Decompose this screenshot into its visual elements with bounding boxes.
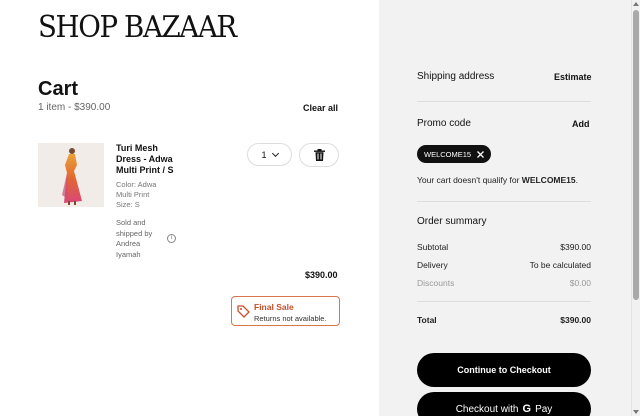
final-sale-notice: Final Sale Returns not available.	[231, 296, 340, 326]
cart-panel: SHOP BAZAAR Cart 1 item - $390.00 Clear …	[0, 0, 379, 416]
discounts-value: $0.00	[569, 278, 591, 288]
estimate-shipping-button[interactable]: Estimate	[554, 72, 592, 82]
google-pay-checkout-button[interactable]: Checkout with G Pay	[417, 392, 591, 416]
divider	[417, 101, 591, 102]
subtotal-label: Subtotal	[417, 242, 449, 252]
total-label: Total	[417, 315, 437, 325]
remove-item-button[interactable]	[299, 143, 339, 167]
promo-chip[interactable]: WELCOME15	[417, 145, 492, 163]
chevron-down-icon	[271, 149, 279, 157]
scrollbar[interactable]	[631, 0, 640, 416]
promo-code-label: Promo code	[417, 118, 471, 129]
scrollbar-thumb[interactable]	[633, 10, 639, 300]
gpay-suffix: Pay	[535, 403, 553, 415]
product-size: Size: S	[116, 200, 140, 209]
shipping-address-label: Shipping address	[417, 71, 495, 82]
delivery-value: To be calculated	[529, 260, 591, 270]
info-icon[interactable]: i	[167, 234, 176, 243]
promo-msg-suffix: .	[575, 175, 579, 185]
scroll-down-icon[interactable]	[633, 410, 639, 414]
product-image[interactable]	[38, 143, 104, 207]
product-attributes: Color: Adwa Multi Print Size: S	[116, 180, 164, 210]
subtotal-value: $390.00	[560, 242, 591, 252]
cart-item-count: 1 item - $390.00	[38, 102, 111, 113]
close-icon[interactable]	[477, 150, 485, 158]
total-value: $390.00	[560, 315, 591, 325]
page-title: Cart	[38, 78, 79, 100]
gpay-prefix: Checkout with	[455, 403, 519, 415]
seller-info: Sold and shipped by Andrea Iyamah	[116, 218, 153, 259]
divider	[417, 301, 591, 302]
final-sale-title: Final Sale	[254, 302, 294, 312]
item-price: $390.00	[305, 270, 338, 280]
brand-logo[interactable]: SHOP BAZAAR	[38, 10, 237, 45]
delivery-label: Delivery	[417, 260, 448, 270]
quantity-value: 1	[261, 149, 267, 160]
tag-icon	[237, 305, 250, 318]
product-name[interactable]: Turi Mesh Dress - Adwa Multi Print / S	[116, 143, 182, 176]
order-summary-label: Order summary	[417, 216, 487, 227]
divider	[417, 201, 591, 202]
promo-error-message: Your cart doesn't qualify for WELCOME15.	[417, 175, 578, 185]
scroll-up-icon[interactable]	[633, 2, 639, 6]
clear-all-button[interactable]: Clear all	[303, 103, 338, 113]
promo-msg-code: WELCOME15	[521, 175, 576, 185]
add-promo-button[interactable]: Add	[572, 119, 590, 129]
discounts-label: Discounts	[417, 278, 455, 288]
trash-icon	[313, 149, 325, 161]
google-g-icon: G	[522, 403, 532, 415]
product-color: Color: Adwa Multi Print	[116, 180, 157, 199]
continue-to-checkout-button[interactable]: Continue to Checkout	[417, 353, 591, 387]
quantity-select[interactable]: 1	[247, 143, 292, 166]
promo-msg-text: Your cart doesn't qualify for	[417, 175, 522, 185]
final-sale-subtitle: Returns not available.	[254, 314, 327, 323]
promo-code-value: WELCOME15	[424, 149, 472, 159]
